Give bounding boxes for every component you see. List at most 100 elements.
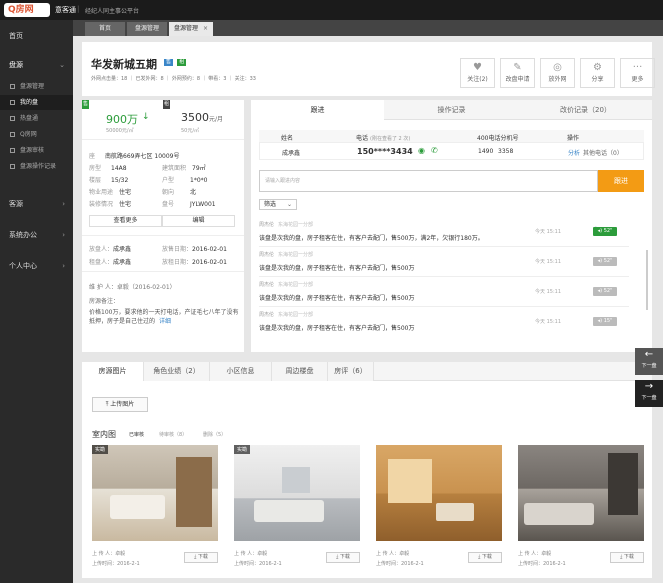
filter-deleted[interactable]: 删除（5）: [203, 431, 226, 438]
eye-icon[interactable]: ◉: [418, 146, 425, 155]
tab-reviews[interactable]: 房评（6）: [328, 362, 374, 381]
more-button[interactable]: ··· 更多: [620, 58, 655, 88]
entry-who: 周杰伦 东海花园一分部: [259, 281, 313, 288]
col-phone-label: 电话: [356, 135, 369, 142]
publish-button[interactable]: ◎ 放外网: [540, 58, 575, 88]
tab-follow-up[interactable]: 跟进: [251, 100, 384, 120]
edit-request-button[interactable]: ✎ 改盘申请: [500, 58, 535, 88]
sidebar-sub-label: 盘源操作记录: [20, 163, 57, 170]
sidebar-item-home[interactable]: 首页: [0, 25, 73, 47]
seller-row: 放盘人：成承鑫: [89, 244, 131, 253]
rent-unit: 元/月: [209, 116, 224, 123]
voice-play-button[interactable]: ◂) 52": [593, 287, 617, 296]
upload-label: 上传图片: [110, 401, 135, 408]
sidebar-sub-oplog[interactable]: 盘源操作记录: [0, 159, 73, 174]
room-photo[interactable]: 实勘: [234, 445, 360, 541]
tracking-tabs: 跟进 操作记录 改价记录（20）: [251, 100, 652, 120]
other-phones-link[interactable]: 其他电话（0）: [583, 148, 623, 157]
sidebar-sub-qfang[interactable]: Q房网: [0, 127, 73, 142]
tab-operation-log[interactable]: 操作记录: [385, 100, 518, 120]
entry-time: 今天 15:11: [535, 319, 561, 325]
prev-listing-button[interactable]: ← 下一盘: [635, 348, 663, 375]
room-photo[interactable]: [376, 445, 502, 541]
edit-request-label: 改盘申请: [505, 76, 530, 83]
close-icon[interactable]: ×: [203, 25, 208, 32]
price-block: 售 900万 ↓ 50000元/㎡ 租 3500元/月 50元/㎡: [82, 100, 244, 140]
renter-label: 租盘人：: [89, 259, 114, 266]
sidebar-sub-review[interactable]: 盘源审核: [0, 143, 73, 158]
scrollbar[interactable]: [646, 250, 648, 310]
photo-uploader: 上 传 人：卓毅: [376, 551, 410, 557]
arrow-left-icon: ←: [644, 349, 654, 360]
sidebar-sub-my-listings[interactable]: 我的盘: [0, 95, 73, 110]
phone-icon[interactable]: ✆: [431, 146, 438, 155]
renter-row: 租盘人：成承鑫: [89, 257, 131, 266]
tab-photos[interactable]: 房源图片: [82, 362, 144, 381]
sidebar: 首页 盘源 ⌄ 盘源管理 我的盘 热盘通 Q房网 盘源审核 盘源操作记录 客源 › …: [0, 20, 73, 583]
remark-more-link[interactable]: 详细: [159, 318, 171, 325]
sidebar-item-label: 盘源: [9, 61, 23, 69]
edit-button[interactable]: 编辑: [162, 215, 235, 227]
download-button[interactable]: ⤓ 下载: [184, 552, 218, 563]
voice-play-button[interactable]: ◂) 15": [593, 317, 617, 326]
tab-price-log[interactable]: 改价记录（20）: [519, 100, 652, 120]
next-listing-button[interactable]: → 下一盘: [635, 380, 663, 407]
download-label: 下载: [197, 554, 208, 560]
sidebar-item-personal[interactable]: 个人中心 ›: [0, 255, 73, 277]
entry-place: 东海花园一分部: [278, 252, 314, 258]
sub-icon: [10, 84, 15, 89]
voice-play-button[interactable]: ◂) 52": [593, 227, 617, 236]
entry-time: 今天 15:11: [535, 229, 561, 235]
upload-button[interactable]: ⤒ 上传图片: [92, 397, 148, 412]
sofa-shape: [254, 500, 324, 522]
sidebar-item-clients[interactable]: 客源 ›: [0, 193, 73, 215]
download-button[interactable]: ⤓ 下载: [468, 552, 502, 563]
chevron-right-icon: ›: [62, 200, 65, 208]
chevron-right-icon: ›: [62, 262, 65, 270]
voice-play-button[interactable]: ◂) 52": [593, 257, 617, 266]
submit-follow-up-button[interactable]: 跟进: [598, 170, 644, 192]
tab-roles[interactable]: 角色业绩（2）: [144, 362, 210, 381]
room-photo[interactable]: [518, 445, 644, 541]
voice-duration: 52": [603, 258, 613, 264]
tab-listing-manage[interactable]: 盘源管理: [127, 22, 167, 36]
tab-listing-detail[interactable]: 盘源管理 ×: [169, 22, 213, 36]
maintainer: 维 护 人：卓毅（2016-02-01）: [89, 284, 176, 291]
sub-icon: [10, 100, 15, 105]
follow-label: 关注(2): [467, 76, 488, 83]
filter-select[interactable]: 筛选 ⌄: [259, 199, 297, 210]
sidebar-item-listings[interactable]: 盘源 ⌄: [0, 54, 73, 76]
sidebar-sub-listing-manage[interactable]: 盘源管理: [0, 79, 73, 94]
sell-badge: 售: [82, 100, 89, 109]
analyze-link[interactable]: 分析: [568, 148, 580, 157]
tab-home[interactable]: 首页: [85, 22, 125, 36]
voice-duration: 52": [603, 228, 613, 234]
tab-bar: 首页 盘源管理 盘源管理 ×: [73, 20, 663, 36]
download-button[interactable]: ⤓ 下载: [326, 552, 360, 563]
logo[interactable]: Q房网: [4, 3, 50, 17]
follow-button[interactable]: ♥ 关注(2): [460, 58, 495, 88]
sidebar-sub-hot[interactable]: 热盘通: [0, 111, 73, 126]
renter-value: 成承鑫: [113, 259, 132, 266]
entry-person: 周杰伦: [259, 222, 275, 228]
tab-community[interactable]: 小区信息: [210, 362, 272, 381]
tab-nearby[interactable]: 周边楼盘: [272, 362, 328, 381]
voice-duration: 15": [603, 318, 613, 324]
download-button[interactable]: ⤓ 下载: [610, 552, 644, 563]
room-photo[interactable]: 实勘: [92, 445, 218, 541]
code-value: JYLW001: [190, 201, 216, 208]
filter-approved[interactable]: 已审核: [129, 431, 144, 438]
follow-up-input[interactable]: 请输入跟进内容: [259, 170, 598, 192]
detail-row: 房型 14A8: [89, 163, 127, 172]
heart-icon: ♥: [473, 62, 482, 73]
track-entry: 周杰伦 东海花园一分部 该盘是次我的盘，房子租客在住，有客户去配门，售500万 今…: [259, 247, 629, 277]
page-title: 华发新城五期: [91, 58, 157, 71]
view-more-button[interactable]: 查看更多: [89, 215, 162, 227]
chevron-down-icon: ⌄: [59, 61, 65, 69]
sidebar-item-label: 系统办公: [9, 231, 37, 239]
more-label: 更多: [631, 76, 644, 83]
download-icon: ⤓: [478, 554, 481, 560]
share-button[interactable]: ⚙ 分享: [580, 58, 615, 88]
sidebar-item-office[interactable]: 系统办公 ›: [0, 224, 73, 246]
filter-pending[interactable]: 待审核（8）: [159, 431, 187, 438]
